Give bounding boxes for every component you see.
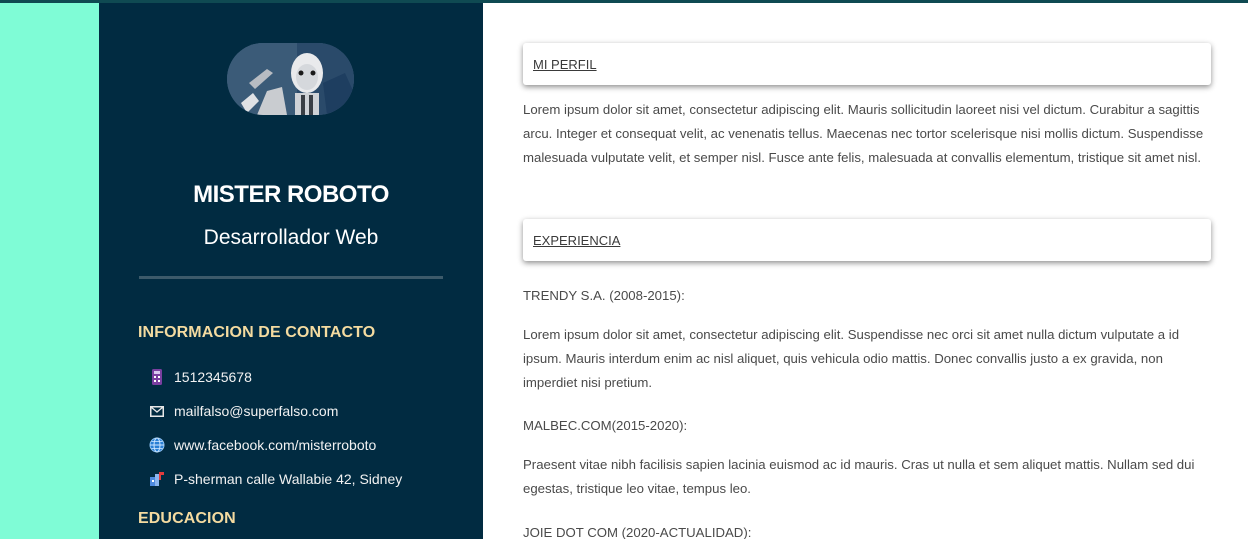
job-description: Lorem ipsum dolor sit amet, consectetur … [523,327,1180,390]
main-content: MI PERFIL Lorem ipsum dolor sit amet, co… [483,3,1248,539]
profile-text: Lorem ipsum dolor sit amet, consectetur … [523,102,1204,165]
profile-name: MISTER ROBOTO [193,181,389,208]
contact-section-title: INFORMACION DE CONTACTO [138,324,376,341]
profile-section-header: MI PERFIL [523,43,1211,85]
phone-icon [148,368,166,386]
job-description: Praesent vitae nibh facilisis sapien lac… [523,457,1195,496]
sidebar-divider [139,276,443,279]
contact-email[interactable]: mailfalso@superfalso.com [148,401,338,421]
contact-website-text[interactable]: www.facebook.com/misterroboto [174,437,376,453]
mail-icon [148,402,166,420]
contact-email-text[interactable]: mailfalso@superfalso.com [174,403,338,419]
globe-icon [148,436,166,454]
contact-website[interactable]: www.facebook.com/misterroboto [148,435,376,455]
contact-phone: 1512345678 [148,367,252,387]
profile-role: Desarrollador Web [203,226,379,249]
avatar [227,43,354,115]
contact-address-text: P-sherman calle Wallabie 42, Sidney [174,471,403,487]
job-title: TRENDY S.A. (2008-2015): [523,288,685,303]
profile-section-title[interactable]: MI PERFIL [533,57,597,72]
contact-address: P-sherman calle Wallabie 42, Sidney [148,469,402,489]
contact-phone-text: 1512345678 [174,369,252,385]
robot-avatar-image [227,43,354,115]
education-section-title: EDUCACION [138,510,236,527]
experience-section-header: EXPERIENCIA [523,219,1211,261]
location-icon [148,470,166,488]
job-title: JOIE DOT COM (2020-ACTUALIDAD): [523,525,752,539]
job-title: MALBEC.COM(2015-2020): [523,418,688,433]
experience-section-title[interactable]: EXPERIENCIA [533,233,620,248]
sidebar: MISTER ROBOTO Desarrollador Web INFORMAC… [99,3,483,539]
